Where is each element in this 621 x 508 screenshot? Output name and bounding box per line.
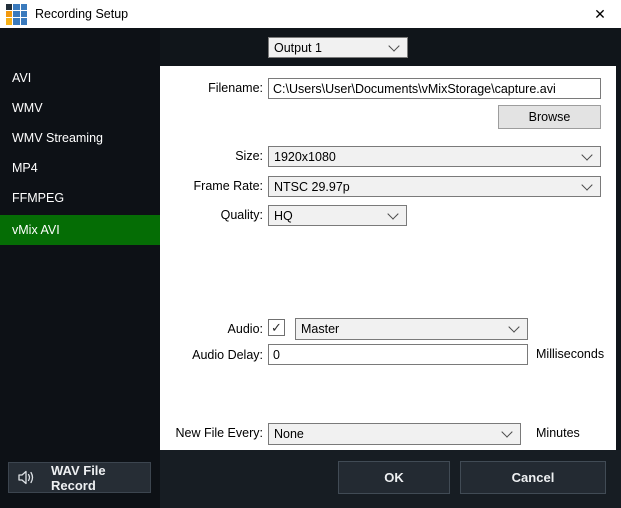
new-file-every-select[interactable]: None: [268, 423, 521, 445]
chevron-down-icon: [581, 148, 593, 161]
audio-label: Audio:: [227, 322, 263, 336]
browse-button[interactable]: Browse: [498, 105, 601, 129]
vmix-logo-icon: [6, 3, 27, 25]
sidebar-item-mp4[interactable]: MP4: [0, 153, 160, 183]
checkmark-icon: ✓: [271, 320, 282, 335]
sidebar-item-avi[interactable]: AVI: [0, 63, 160, 93]
size-select[interactable]: 1920x1080: [268, 146, 601, 167]
chevron-down-icon: [501, 426, 513, 438]
sidebar-item-vmix-avi[interactable]: vMix AVI: [0, 215, 160, 245]
audio-delay-label: Audio Delay:: [192, 348, 263, 362]
frame-rate-select[interactable]: NTSC 29.97p: [268, 176, 601, 197]
close-icon[interactable]: ✕: [585, 0, 615, 28]
filename-input[interactable]: [268, 78, 601, 99]
wav-file-record-button[interactable]: WAV File Record: [8, 462, 151, 493]
ok-button[interactable]: OK: [338, 461, 450, 494]
chevron-down-icon: [508, 321, 520, 333]
chevron-down-icon: [388, 39, 400, 52]
audio-bus-select[interactable]: Master: [295, 318, 528, 340]
size-label: Size:: [235, 149, 263, 163]
output-select[interactable]: Output 1: [268, 37, 408, 58]
recording-setup-dialog: Recording Setup ✕ 1 2 Output 1 AVI WMV W…: [0, 0, 621, 508]
frame-rate-select-value: NTSC 29.97p: [274, 179, 350, 194]
settings-panel: Filename: Browse Size: 1920x1080 Frame R…: [160, 66, 616, 450]
quality-select-value: HQ: [274, 208, 293, 223]
title-bar: Recording Setup ✕: [0, 0, 621, 28]
chevron-down-icon: [581, 178, 593, 191]
filename-label: Filename:: [208, 81, 263, 95]
minutes-label: Minutes: [536, 426, 580, 440]
audio-checkbox[interactable]: ✓: [268, 319, 285, 336]
window-title: Recording Setup: [35, 7, 129, 21]
milliseconds-label: Milliseconds: [536, 347, 605, 361]
cancel-button[interactable]: Cancel: [460, 461, 606, 494]
audio-delay-input[interactable]: [268, 344, 528, 365]
format-sidebar: AVI WMV WMV Streaming MP4 FFMPEG vMix AV…: [0, 28, 160, 508]
new-file-every-select-value: None: [274, 427, 304, 441]
sidebar-item-wmv-streaming[interactable]: WMV Streaming: [0, 123, 160, 153]
size-select-value: 1920x1080: [274, 149, 336, 164]
wav-file-record-label: WAV File Record: [51, 462, 106, 493]
new-file-every-label: New File Every:: [175, 426, 263, 440]
quality-select[interactable]: HQ: [268, 205, 407, 226]
sidebar-item-ffmpeg[interactable]: FFMPEG: [0, 183, 160, 213]
speaker-icon: [17, 469, 37, 486]
frame-rate-label: Frame Rate:: [193, 179, 263, 193]
sidebar-item-wmv[interactable]: WMV: [0, 93, 160, 123]
audio-bus-select-value: Master: [301, 322, 340, 336]
output-select-value: Output 1: [274, 40, 322, 55]
chevron-down-icon: [387, 207, 399, 220]
quality-label: Quality:: [220, 208, 263, 222]
